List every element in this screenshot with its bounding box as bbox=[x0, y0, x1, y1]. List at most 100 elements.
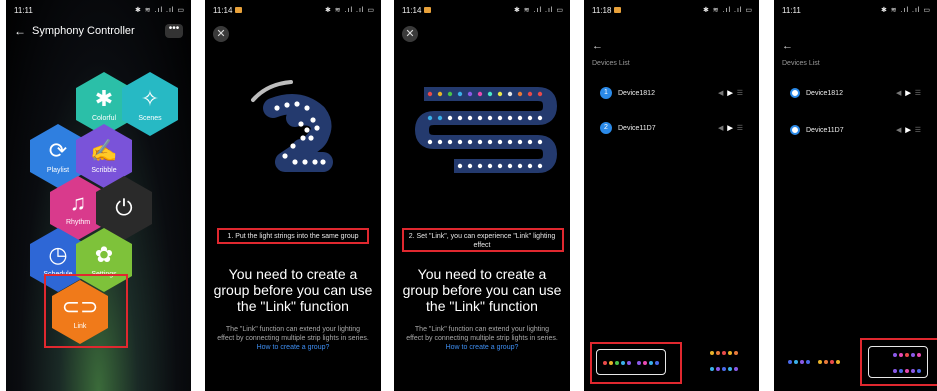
led-dot bbox=[320, 159, 326, 165]
led-dot bbox=[314, 125, 320, 131]
device-direction-controls[interactable]: ◀▶☰ bbox=[718, 124, 747, 132]
led-dot bbox=[447, 115, 453, 121]
device-index-badge: 1 bbox=[600, 87, 612, 99]
music-icon: ♫ bbox=[69, 189, 87, 215]
led-dot bbox=[836, 360, 840, 364]
device-selected-icon bbox=[790, 125, 800, 135]
how-to-create-group-link[interactable]: How to create a group? bbox=[257, 344, 330, 351]
led-dot bbox=[497, 163, 503, 169]
hand-draw-icon: ✍ bbox=[90, 137, 118, 163]
led-dot bbox=[497, 139, 503, 145]
tile-label: Colorful bbox=[91, 114, 117, 122]
led-dot bbox=[507, 91, 513, 97]
device-name: Device11D7 bbox=[618, 124, 656, 132]
status-time: 11:18 bbox=[592, 5, 612, 15]
device-direction-controls[interactable]: ◀▶☰ bbox=[896, 89, 925, 97]
notification-icon bbox=[235, 7, 243, 14]
more-options-button[interactable]: ••• bbox=[165, 24, 183, 38]
tutorial-description: The "Link" function can extend your ligh… bbox=[406, 326, 558, 351]
tile-label: Scribble bbox=[91, 166, 117, 174]
led-dot bbox=[427, 91, 433, 97]
status-time: 11:11 bbox=[782, 5, 801, 15]
led-dot bbox=[487, 91, 493, 97]
led-dot bbox=[437, 139, 443, 145]
tutorial-headline: You need to create a group before you ca… bbox=[213, 266, 373, 314]
led-dot bbox=[298, 121, 304, 127]
led-dot bbox=[457, 163, 463, 169]
status-bar: 11:11 ✱ ≋ .ıl .ıl ▭ bbox=[14, 4, 185, 16]
device-row[interactable]: Device1812 ◀▶☰ bbox=[790, 86, 925, 100]
led-dot bbox=[537, 115, 543, 121]
status-icons: ✱ ≋ .ıl .ıl ▭ bbox=[134, 7, 185, 14]
led-dot bbox=[477, 139, 483, 145]
page-title: Symphony Controller bbox=[32, 25, 135, 37]
tile-scenes[interactable]: ✧ Scenes bbox=[122, 72, 178, 136]
device-row[interactable]: 1 Device1812 ◀▶☰ bbox=[600, 86, 747, 100]
tile-label: Scenes bbox=[138, 114, 162, 122]
led-dot bbox=[477, 91, 483, 97]
magic-wand-icon: ✧ bbox=[140, 85, 160, 111]
led-dot bbox=[788, 360, 792, 364]
led-dot bbox=[292, 159, 298, 165]
app-header: ← Symphony Controller ••• bbox=[14, 24, 183, 38]
device-row[interactable]: Device11D7 ◀▶☰ bbox=[790, 123, 925, 137]
gear-icon: ✿ bbox=[94, 241, 114, 267]
status-bar: 11:14 ✱ ≋ .ıl .ıl ▭ bbox=[213, 4, 375, 16]
device-index-badge: 2 bbox=[600, 122, 612, 134]
led-dot bbox=[447, 139, 453, 145]
led-dot bbox=[427, 115, 433, 121]
led-dot bbox=[517, 115, 523, 121]
led-dot bbox=[527, 115, 533, 121]
led-dot bbox=[830, 360, 834, 364]
parallel-mode-option[interactable] bbox=[688, 345, 752, 377]
led-dot bbox=[310, 117, 316, 123]
series-mode-option[interactable] bbox=[782, 349, 852, 375]
led-dot bbox=[722, 367, 726, 371]
close-button[interactable]: ✕ bbox=[213, 26, 229, 42]
tutorial-step-caption: 2. Set "Link", you can experience "Link"… bbox=[408, 233, 556, 249]
led-dot bbox=[437, 91, 443, 97]
device-direction-controls[interactable]: ◀▶☰ bbox=[718, 89, 747, 97]
device-name: Device1812 bbox=[618, 89, 655, 97]
led-dot bbox=[716, 351, 720, 355]
led-dot bbox=[507, 139, 513, 145]
led-dot bbox=[537, 91, 543, 97]
phone-devices-list-link-on: 11:11 ✱ ≋ .ıl .ıl ▭ ← Devices List Devic… bbox=[774, 0, 937, 391]
led-dot bbox=[722, 351, 726, 355]
status-time: 11:14 bbox=[213, 5, 233, 15]
led-dot bbox=[806, 360, 810, 364]
led-dot bbox=[467, 91, 473, 97]
devices-list-title: Devices List bbox=[782, 60, 820, 67]
grouped-strings-illustration bbox=[251, 80, 333, 172]
led-dot bbox=[427, 139, 433, 145]
device-selected-icon bbox=[790, 88, 800, 98]
back-arrow-icon[interactable]: ← bbox=[14, 24, 26, 38]
tutorial-description: The "Link" function can extend your ligh… bbox=[217, 326, 369, 351]
device-row[interactable]: 2 Device11D7 ◀▶☰ bbox=[600, 121, 747, 135]
led-dot bbox=[728, 351, 732, 355]
led-dot bbox=[467, 115, 473, 121]
led-dot bbox=[537, 139, 543, 145]
led-dot bbox=[294, 101, 300, 107]
led-dot bbox=[300, 135, 306, 141]
led-dot bbox=[477, 115, 483, 121]
led-dot bbox=[284, 102, 290, 108]
led-dot bbox=[477, 163, 483, 169]
status-icons: ✱ ≋ .ıl .ıl ▭ bbox=[702, 7, 753, 14]
back-arrow-icon[interactable]: ← bbox=[782, 40, 793, 52]
close-button[interactable]: ✕ bbox=[402, 26, 418, 42]
status-icons: ✱ ≋ .ıl .ıl ▭ bbox=[324, 7, 375, 14]
led-dot bbox=[457, 115, 463, 121]
device-direction-controls[interactable]: ◀▶☰ bbox=[896, 126, 925, 134]
linked-strings-illustration bbox=[415, 87, 557, 173]
status-icons: ✱ ≋ .ıl .ıl ▭ bbox=[880, 7, 931, 14]
status-bar: 11:14 ✱ ≋ .ıl .ıl ▭ bbox=[402, 4, 564, 16]
led-dot bbox=[517, 163, 523, 169]
back-arrow-icon[interactable]: ← bbox=[592, 40, 603, 52]
led-dot bbox=[710, 367, 714, 371]
led-dot bbox=[734, 367, 738, 371]
how-to-create-group-link[interactable]: How to create a group? bbox=[446, 344, 519, 351]
status-time: 11:11 bbox=[14, 5, 33, 15]
status-bar: 11:11 ✱ ≋ .ıl .ıl ▭ bbox=[782, 4, 931, 16]
led-dot bbox=[487, 163, 493, 169]
